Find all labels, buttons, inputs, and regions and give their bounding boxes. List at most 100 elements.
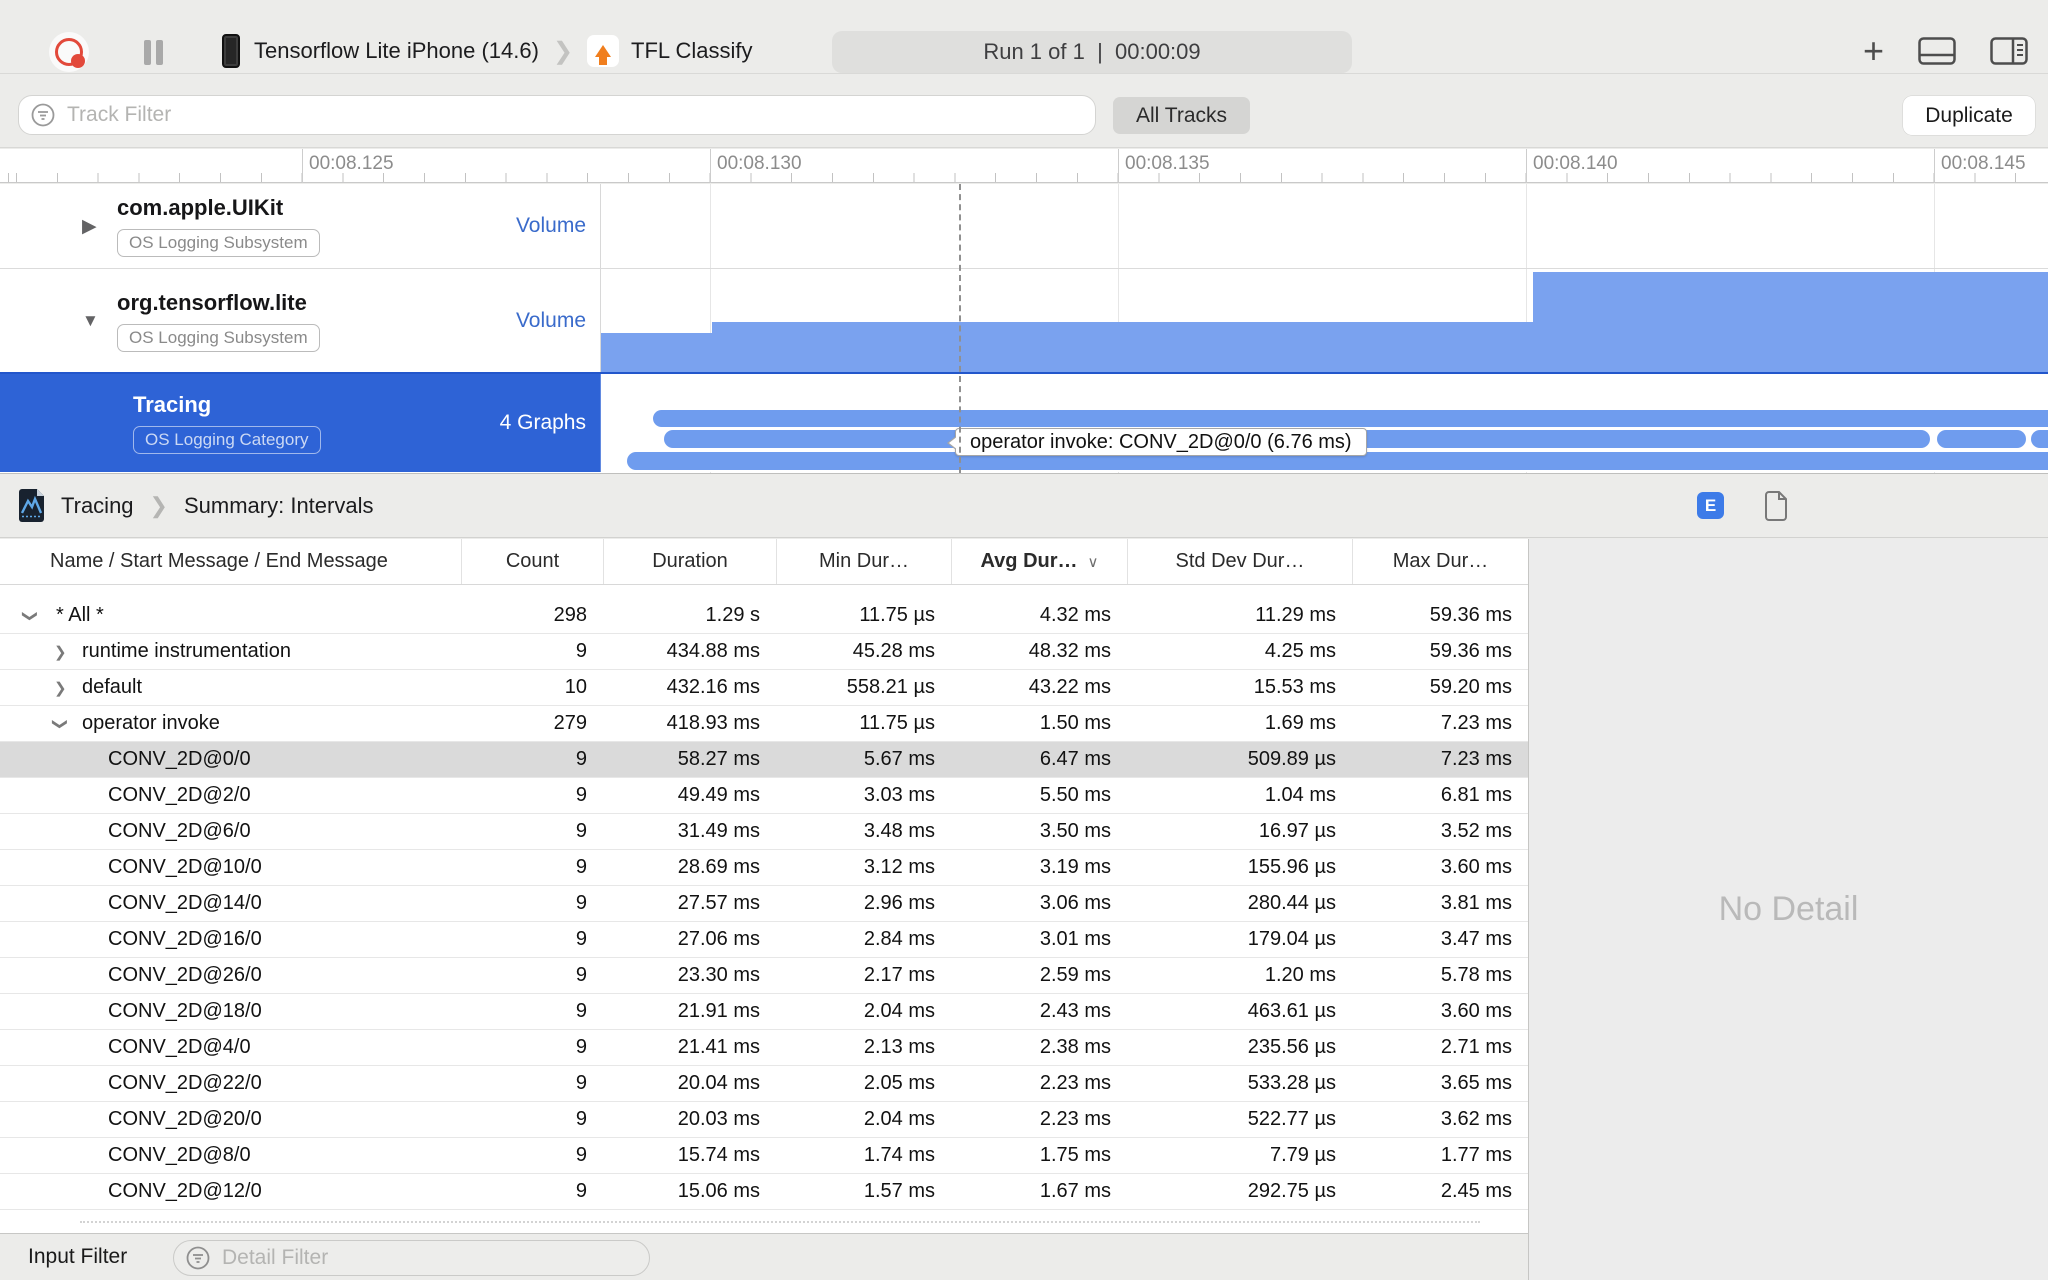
table-row[interactable]: CONV_2D@6/0 9 31.49 ms 3.48 ms 3.50 ms 16.97 … [0, 814, 1528, 850]
row-name-cell: ❯ runtime instrumentation [0, 634, 461, 669]
all-tracks-button[interactable]: All Tracks [1113, 97, 1250, 134]
breadcrumb-instrument[interactable]: Tracing [61, 493, 134, 519]
table-row[interactable]: CONV_2D@14/0 9 27.57 ms 2.96 ms 3.06 ms 280.4… [0, 886, 1528, 922]
outline-disclosure-chevron[interactable]: ❯ [21, 609, 39, 622]
row-value-cell: 6.81 ms [1440, 784, 1512, 806]
tracing-instrument-icon[interactable] [18, 489, 45, 522]
add-instrument-button[interactable]: + [1863, 33, 1884, 69]
row-value-cell: 2.38 ms [1039, 1036, 1111, 1058]
row-name-label: CONV_2D@0/0 [108, 748, 251, 770]
track-row-tracing-selected[interactable]: Tracing OS Logging Category 4 Graphs ope… [0, 372, 2048, 472]
column-header-avg-dur[interactable]: Avg Dur… ∨ [951, 539, 1127, 584]
table-row[interactable]: ❯ runtime instrumentation 9 434.88 ms 45.28 … [0, 634, 1528, 670]
row-name-label: CONV_2D@6/0 [108, 820, 251, 842]
row-value-cell: 2.45 ms [1440, 1180, 1512, 1202]
table-row[interactable]: CONV_2D@20/0 9 20.03 ms 2.04 ms 2.23 ms 522.7… [0, 1102, 1528, 1138]
ruler-major-tick [710, 149, 711, 183]
row-name-label: CONV_2D@4/0 [108, 1036, 251, 1058]
table-row[interactable]: CONV_2D@10/0 9 28.69 ms 3.12 ms 3.19 ms 155.9… [0, 850, 1528, 886]
interval-bar[interactable] [653, 410, 2048, 427]
volume-step [601, 333, 712, 372]
row-value-cell: 3.01 ms [1039, 928, 1111, 950]
table-row[interactable]: CONV_2D@12/0 9 15.06 ms 1.57 ms 1.67 ms 292.7… [0, 1174, 1528, 1210]
tensorflow-app-icon [587, 35, 620, 67]
row-name-label: CONV_2D@22/0 [108, 1072, 262, 1094]
table-row[interactable]: CONV_2D@26/0 9 23.30 ms 2.17 ms 2.59 ms 1.20 … [0, 958, 1528, 994]
row-name-label: CONV_2D@18/0 [108, 1000, 262, 1022]
table-row[interactable]: CONV_2D@0/0 9 58.27 ms 5.67 ms 6.47 ms 509.89… [0, 742, 1528, 778]
track-chart-volume[interactable] [601, 269, 2048, 372]
row-value-cell: 522.77 µs [1247, 1108, 1336, 1130]
row-value-cell: 279 [553, 712, 587, 734]
disclosure-triangle-expanded-icon[interactable]: ▼ [82, 311, 99, 331]
table-row[interactable]: CONV_2D@22/0 9 20.04 ms 2.05 ms 2.23 ms 533.2… [0, 1066, 1528, 1102]
track-row-uikit[interactable]: ▶ com.apple.UIKit OS Logging Subsystem V… [0, 184, 2048, 269]
table-row[interactable]: ❯ * All * 298 1.29 s 11.75 µs 4.32 ms 11.29 ms… [0, 598, 1528, 634]
instruments-window: Tensorflow Lite iPhone (14.6) ❯ TFL Clas… [0, 0, 2048, 1280]
right-pane-toggle-button[interactable] [1990, 37, 2028, 65]
track-filter-input[interactable]: Track Filter [18, 95, 1096, 135]
row-value-cell: 9 [575, 856, 587, 878]
pause-button[interactable] [144, 40, 168, 65]
row-value-cell: 9 [575, 820, 587, 842]
column-header-duration[interactable]: Duration [603, 539, 776, 584]
row-value-cell: 59.36 ms [1429, 604, 1512, 626]
row-name-cell: CONV_2D@10/0 [0, 850, 461, 885]
bottom-pane-toggle-button[interactable] [1918, 37, 1956, 65]
process-name: TFL Classify [631, 38, 753, 63]
table-row[interactable]: ❯ default 10 432.16 ms 558.21 µs 43.22 ms 15.5… [0, 670, 1528, 706]
interval-bar[interactable] [2031, 430, 2048, 448]
row-value-cell: 292.75 µs [1247, 1180, 1336, 1202]
row-value-cell: 58.27 ms [677, 748, 760, 770]
table-row[interactable]: CONV_2D@16/0 9 27.06 ms 2.84 ms 3.01 ms 179.0… [0, 922, 1528, 958]
row-name-cell: CONV_2D@4/0 [0, 1030, 461, 1065]
table-row[interactable]: ❯ operator invoke 279 418.93 ms 11.75 µs 1.50… [0, 706, 1528, 742]
table-row[interactable]: CONV_2D@18/0 9 21.91 ms 2.04 ms 2.43 ms 463.6… [0, 994, 1528, 1030]
column-header-name[interactable]: Name / Start Message / End Message [0, 539, 461, 584]
outline-disclosure-chevron[interactable]: ❯ [54, 643, 67, 661]
row-value-cell: 463.61 µs [1247, 1000, 1336, 1022]
summary-intervals-table: Name / Start Message / End Message Count D… [0, 539, 1528, 1233]
breadcrumb-page[interactable]: Summary: Intervals [184, 493, 374, 519]
table-row[interactable]: CONV_2D@2/0 9 49.49 ms 3.03 ms 5.50 ms 1.04 m… [0, 778, 1528, 814]
playhead-line[interactable] [959, 184, 961, 473]
toolbar: Tensorflow Lite iPhone (14.6) ❯ TFL Clas… [0, 0, 2048, 74]
toolbar-right-controls: + [1863, 28, 2028, 74]
duplicate-button[interactable]: Duplicate [1903, 96, 2035, 135]
bottom-filter-bar: Input Filter Detail Filter [0, 1233, 1528, 1280]
column-header-max-dur[interactable]: Max Dur… [1352, 539, 1528, 584]
table-row[interactable]: CONV_2D@8/0 9 15.74 ms 1.74 ms 1.75 ms 7.79 µ… [0, 1138, 1528, 1174]
disclosure-triangle-collapsed-icon[interactable]: ▶ [82, 215, 97, 238]
row-value-cell: 2.23 ms [1039, 1108, 1111, 1130]
row-value-cell: 1.04 ms [1264, 784, 1336, 806]
record-button[interactable] [49, 32, 89, 72]
detail-filter-input[interactable]: Detail Filter [173, 1240, 650, 1276]
target-device-selector[interactable]: Tensorflow Lite iPhone (14.6) ❯ TFL Clas… [222, 28, 752, 74]
interval-bar[interactable] [1937, 430, 2026, 448]
row-name-label: CONV_2D@14/0 [108, 892, 262, 914]
track-row-tensorflow[interactable]: ▼ org.tensorflow.lite OS Logging Subsyst… [0, 269, 2048, 372]
outline-disclosure-chevron[interactable]: ❯ [54, 679, 67, 697]
extended-detail-button[interactable]: E [1697, 492, 1724, 519]
column-header-std-dev-dur[interactable]: Std Dev Dur… [1127, 539, 1352, 584]
track-meta-label: Volume [515, 214, 586, 237]
row-value-cell: 1.74 ms [863, 1144, 935, 1166]
track-title: Tracing [133, 392, 212, 417]
chevron-right-icon: ❯ [149, 492, 168, 518]
track-meta-label: 4 Graphs [499, 411, 586, 434]
row-value-cell: 9 [575, 928, 587, 950]
clipped-row-hint [80, 1221, 1480, 1223]
table-row[interactable]: CONV_2D@4/0 9 21.41 ms 2.13 ms 2.38 ms 235.56… [0, 1030, 1528, 1066]
document-icon[interactable] [1764, 490, 1788, 521]
row-name-cell: CONV_2D@22/0 [0, 1066, 461, 1101]
column-header-min-dur[interactable]: Min Dur… [776, 539, 951, 584]
outline-disclosure-chevron[interactable]: ❯ [51, 717, 69, 730]
row-value-cell: 3.06 ms [1039, 892, 1111, 914]
ruler-tick-label: 00:08.125 [309, 153, 394, 174]
track-chart-tracing[interactable]: operator invoke: CONV_2D@0/0 (6.76 ms) [601, 374, 2048, 472]
timeline-ruler[interactable]: 00:08.125 00:08.130 00:08.135 00:08.140 00:0… [0, 149, 2048, 183]
row-value-cell: 2.17 ms [863, 964, 935, 986]
track-chart-uikit[interactable] [601, 184, 2048, 268]
column-header-count[interactable]: Count [461, 539, 603, 584]
track-header-uikit: ▶ com.apple.UIKit OS Logging Subsystem V… [0, 184, 601, 268]
